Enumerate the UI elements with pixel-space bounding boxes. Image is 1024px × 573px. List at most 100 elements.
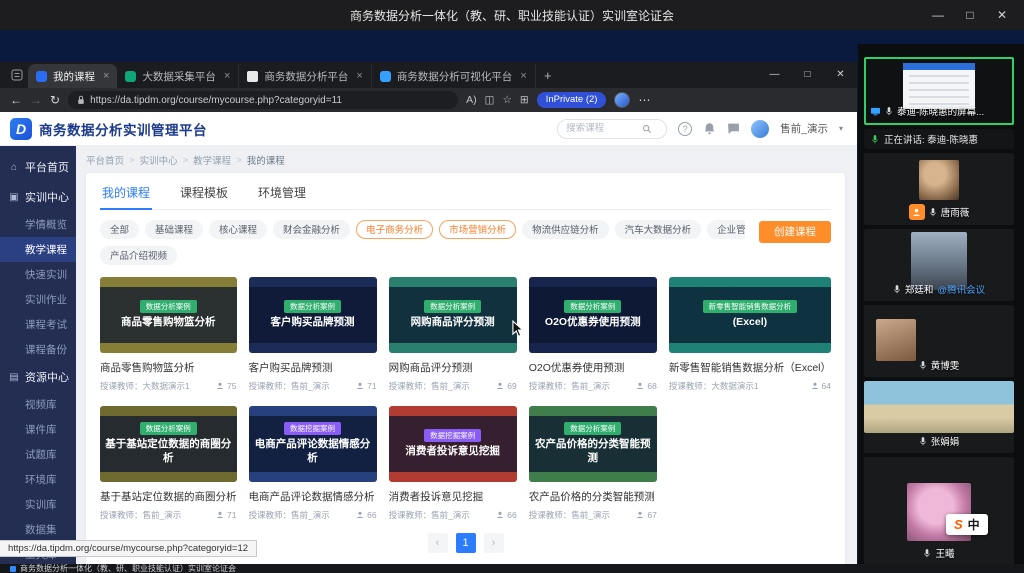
- browser-minimize-button[interactable]: —: [758, 62, 791, 88]
- filter-chip-automotive[interactable]: 汽车大数据分析: [615, 220, 702, 239]
- browser-menu-icon[interactable]: ⋯: [638, 94, 650, 106]
- sidebar-item-question-library[interactable]: 试题库: [0, 442, 76, 467]
- favorites-icon[interactable]: ☆: [502, 95, 511, 106]
- course-title[interactable]: 农产品价格的分类智能预测: [529, 489, 657, 504]
- extensions-icon[interactable]: ⊞: [520, 95, 529, 106]
- course-title[interactable]: 消费者投诉意见挖掘: [389, 489, 517, 504]
- new-tab-button[interactable]: +: [536, 64, 560, 88]
- breadcrumb-item-teaching-courses[interactable]: 教学课程: [193, 153, 231, 167]
- read-aloud-icon[interactable]: A): [466, 95, 477, 106]
- sidebar-item-teaching-courses[interactable]: 教学课程: [0, 237, 76, 262]
- browser-tab-analysis-platform[interactable]: 商务数据分析平台 ×: [239, 64, 371, 88]
- course-title[interactable]: 网购商品评分预测: [389, 360, 517, 375]
- sidebar-item-video-library[interactable]: 视频库: [0, 392, 76, 417]
- course-cover[interactable]: 数据分析案例 商品零售购物篮分析: [100, 277, 237, 353]
- help-icon[interactable]: ?: [678, 122, 692, 136]
- tab-close-icon[interactable]: ×: [520, 70, 526, 82]
- messages-icon[interactable]: [727, 122, 740, 135]
- taskbar-app-icon[interactable]: [10, 566, 16, 572]
- participant-tile[interactable]: 张娟娟: [864, 381, 1014, 453]
- notifications-icon[interactable]: [703, 122, 716, 135]
- course-title[interactable]: 商品零售购物篮分析: [100, 360, 237, 375]
- tab-environment-management[interactable]: 环境管理: [256, 179, 308, 209]
- input-method-indicator[interactable]: S 中: [946, 514, 988, 535]
- sidebar-item-courseware-library[interactable]: 课件库: [0, 417, 76, 442]
- browser-tab-collection-platform[interactable]: 大数据采集平台 ×: [117, 64, 239, 88]
- browser-close-button[interactable]: ✕: [824, 62, 857, 88]
- caret-down-icon[interactable]: ▾: [839, 124, 843, 133]
- inprivate-badge[interactable]: InPrivate (2): [537, 92, 607, 108]
- tab-course-templates[interactable]: 课程模板: [178, 179, 230, 209]
- course-title[interactable]: 客户购买品牌预测: [249, 360, 377, 375]
- browser-tab-visualization-platform[interactable]: 商务数据分析可视化平台 ×: [372, 64, 536, 88]
- participant-tile[interactable]: 黄博雯: [864, 305, 1014, 377]
- page-1-button[interactable]: 1: [456, 533, 476, 553]
- course-title[interactable]: 基于基站定位数据的商圈分析: [100, 489, 237, 504]
- sidebar-section-resource-center[interactable]: ▤ 资源中心: [0, 362, 76, 392]
- close-button[interactable]: ✕: [986, 0, 1018, 30]
- filter-chip-basic[interactable]: 基础课程: [145, 220, 203, 239]
- participant-tile[interactable]: 郑廷和 @腾讯会议: [864, 229, 1014, 301]
- site-logo[interactable]: D 商务数据分析实训管理平台: [10, 118, 207, 140]
- filter-chip-marketing[interactable]: 市场营销分析: [439, 220, 516, 239]
- url-field[interactable]: https://da.tipdm.org/course/mycourse.php…: [68, 91, 458, 109]
- course-cover[interactable]: 新零售智能销售数据分析 (Excel): [669, 277, 831, 353]
- course-cover[interactable]: 数据挖掘案例 消费者投诉意见挖掘: [389, 406, 517, 482]
- filter-chip-all[interactable]: 全部: [100, 220, 139, 239]
- course-cover[interactable]: 数据分析案例 农产品价格的分类智能预测: [529, 406, 657, 482]
- course-cover[interactable]: 数据分析案例 客户购买品牌预测: [249, 277, 377, 353]
- course-card[interactable]: 数据挖掘案例 消费者投诉意见挖掘 消费者投诉意见挖掘 授课教师：售前_演示 66: [389, 406, 517, 521]
- course-title[interactable]: 电商产品评论数据情感分析: [249, 489, 377, 504]
- create-course-button[interactable]: 创建课程: [759, 221, 831, 243]
- refresh-button[interactable]: ↻: [50, 94, 60, 106]
- course-title[interactable]: O2O优惠券使用预测: [529, 360, 657, 375]
- sidebar-item-training-homework[interactable]: 实训作业: [0, 287, 76, 312]
- back-button[interactable]: ←: [10, 94, 22, 106]
- course-card[interactable]: 数据分析案例 商品零售购物篮分析 商品零售购物篮分析 授课教师：大数据演示1 7…: [100, 277, 237, 392]
- course-card[interactable]: 数据分析案例 客户购买品牌预测 客户购买品牌预测 授课教师：售前_演示 71: [249, 277, 377, 392]
- sidebar-item-datasets[interactable]: 数据集: [0, 517, 76, 542]
- maximize-button[interactable]: □: [954, 0, 986, 30]
- screen-share-tile[interactable]: 泰迪-陈晓惠的屏幕...: [864, 57, 1014, 125]
- browser-maximize-button[interactable]: □: [791, 62, 824, 88]
- sidebar-item-quick-training[interactable]: 快速实训: [0, 262, 76, 287]
- tab-my-courses[interactable]: 我的课程: [100, 179, 152, 210]
- course-cover[interactable]: 数据分析案例 基于基站定位数据的商圈分析: [100, 406, 237, 482]
- course-cover[interactable]: 数据分析案例 网购商品评分预测: [389, 277, 517, 353]
- sidebar-item-learning-overview[interactable]: 学情概览: [0, 212, 76, 237]
- course-card[interactable]: 数据挖掘案例 电商产品评论数据情感分析 电商产品评论数据情感分析 授课教师：售前…: [249, 406, 377, 521]
- course-cover[interactable]: 数据挖掘案例 电商产品评论数据情感分析: [249, 406, 377, 482]
- sidebar-item-course-exam[interactable]: 课程考试: [0, 312, 76, 337]
- tab-actions-icon[interactable]: [6, 62, 28, 88]
- filter-chip-enterprise[interactable]: 企业管理大数据分析: [707, 220, 745, 239]
- sidebar-item-home[interactable]: ⌂ 平台首页: [0, 152, 76, 182]
- sidebar-item-course-backup[interactable]: 课程备份: [0, 337, 76, 362]
- minimize-button[interactable]: —: [922, 0, 954, 30]
- course-card[interactable]: 数据分析案例 农产品价格的分类智能预测 农产品价格的分类智能预测 授课教师：售前…: [529, 406, 657, 521]
- tab-close-icon[interactable]: ×: [103, 70, 109, 82]
- prev-page-button[interactable]: ‹: [428, 533, 448, 553]
- next-page-button[interactable]: ›: [484, 533, 504, 553]
- search-icon[interactable]: [642, 124, 652, 134]
- participant-tile[interactable]: 王曦: [864, 457, 1014, 565]
- split-screen-icon[interactable]: ◫: [485, 95, 495, 106]
- breadcrumb-item-training-center[interactable]: 实训中心: [140, 153, 178, 167]
- sidebar-section-training-center[interactable]: ▣ 实训中心: [0, 182, 76, 212]
- browser-tab-my-courses[interactable]: 我的课程 ×: [28, 64, 117, 88]
- filter-chip-ecommerce[interactable]: 电子商务分析: [356, 220, 433, 239]
- course-card[interactable]: 数据分析案例 网购商品评分预测 网购商品评分预测 授课教师：售前_演示 69: [389, 277, 517, 392]
- course-card[interactable]: 数据分析案例 O2O优惠券使用预测 O2O优惠券使用预测 授课教师：售前_演示 …: [529, 277, 657, 392]
- sidebar-item-training-library[interactable]: 实训库: [0, 492, 76, 517]
- filter-chip-product-video[interactable]: 产品介绍视频: [100, 246, 177, 265]
- profile-avatar[interactable]: [614, 92, 630, 108]
- course-cover[interactable]: 数据分析案例 O2O优惠券使用预测: [529, 277, 657, 353]
- tab-close-icon[interactable]: ×: [356, 70, 362, 82]
- filter-chip-finance[interactable]: 财会金融分析: [273, 220, 350, 239]
- course-title[interactable]: 新零售智能销售数据分析（Excel）: [669, 360, 831, 375]
- filter-chip-logistics[interactable]: 物流供应链分析: [522, 220, 609, 239]
- tab-close-icon[interactable]: ×: [224, 70, 230, 82]
- filter-chip-core[interactable]: 核心课程: [209, 220, 267, 239]
- course-search[interactable]: [557, 119, 667, 139]
- forward-button[interactable]: →: [30, 94, 42, 106]
- sidebar-item-environment-library[interactable]: 环境库: [0, 467, 76, 492]
